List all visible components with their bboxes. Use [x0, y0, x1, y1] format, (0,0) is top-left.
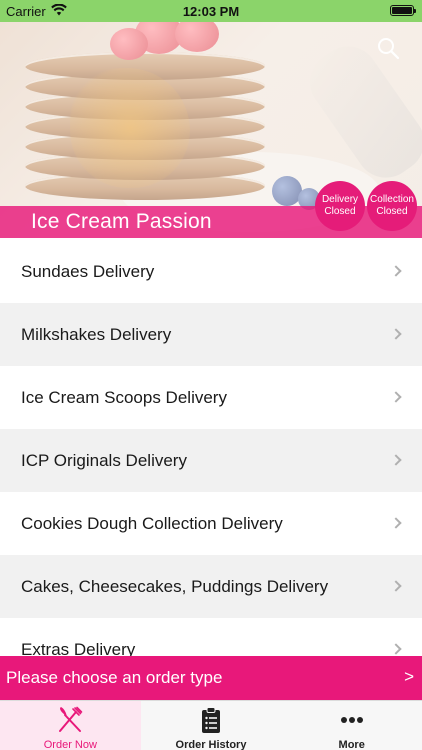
- tab-label: More: [338, 739, 365, 750]
- chevron-right-icon: [390, 327, 402, 340]
- order-type-label: Please choose an order type: [6, 668, 223, 687]
- collection-badge-line1: Collection: [370, 194, 414, 205]
- menu-item-label: Cookies Dough Collection Delivery: [21, 513, 283, 533]
- menu-item-label: Cakes, Cheesecakes, Puddings Delivery: [21, 576, 329, 596]
- more-dots-icon: [337, 705, 367, 735]
- menu-item-label: Extras Delivery: [21, 639, 136, 657]
- chevron-right-icon: >: [404, 667, 414, 686]
- status-time: 12:03 PM: [182, 4, 240, 19]
- menu-category-list[interactable]: Sundaes Delivery Milkshakes Delivery Ice…: [0, 240, 422, 656]
- status-bar: Carrier 12:03 PM: [0, 0, 422, 22]
- tab-order-now[interactable]: Order Now: [0, 701, 141, 750]
- menu-item-label: ICP Originals Delivery: [21, 450, 187, 470]
- menu-item-extras[interactable]: Extras Delivery: [0, 618, 422, 656]
- search-icon[interactable]: [376, 36, 400, 60]
- tab-more[interactable]: More: [281, 701, 422, 750]
- menu-item-ice-cream-scoops[interactable]: Ice Cream Scoops Delivery: [0, 366, 422, 429]
- collection-status-badge[interactable]: Collection Closed: [367, 181, 417, 231]
- delivery-badge-line1: Delivery: [321, 194, 359, 205]
- menu-item-label: Sundaes Delivery: [21, 261, 155, 281]
- chevron-right-icon: [390, 642, 402, 655]
- battery-icon: [390, 5, 416, 16]
- menu-item-milkshakes[interactable]: Milkshakes Delivery: [0, 303, 422, 366]
- chevron-right-icon: [390, 390, 402, 403]
- chevron-right-icon: [390, 579, 402, 592]
- menu-item-sundaes[interactable]: Sundaes Delivery: [0, 240, 422, 303]
- menu-item-cookies-dough[interactable]: Cookies Dough Collection Delivery: [0, 492, 422, 555]
- collection-badge-line2: Closed: [376, 206, 408, 217]
- chevron-right-icon: [390, 516, 402, 529]
- menu-item-icp-originals[interactable]: ICP Originals Delivery: [0, 429, 422, 492]
- menu-item-label: Ice Cream Scoops Delivery: [21, 387, 227, 407]
- delivery-status-badge[interactable]: Delivery Closed: [315, 181, 365, 231]
- tab-label: Order Now: [43, 739, 97, 750]
- menu-item-label: Milkshakes Delivery: [21, 324, 172, 344]
- restaurant-name: Ice Cream Passion: [31, 210, 212, 233]
- clipboard-icon: [196, 705, 226, 735]
- menu-item-cakes-cheesecakes-puddings[interactable]: Cakes, Cheesecakes, Puddings Delivery: [0, 555, 422, 618]
- chevron-right-icon: [390, 264, 402, 277]
- chevron-right-icon: [390, 453, 402, 466]
- tab-bar: Order Now Order History More: [0, 700, 422, 750]
- tab-label: Order History: [175, 739, 247, 750]
- delivery-badge-line2: Closed: [324, 206, 356, 217]
- tab-order-history[interactable]: Order History: [141, 701, 282, 750]
- fork-knife-icon: [55, 705, 85, 735]
- choose-order-type-bar[interactable]: Please choose an order type >: [0, 656, 422, 700]
